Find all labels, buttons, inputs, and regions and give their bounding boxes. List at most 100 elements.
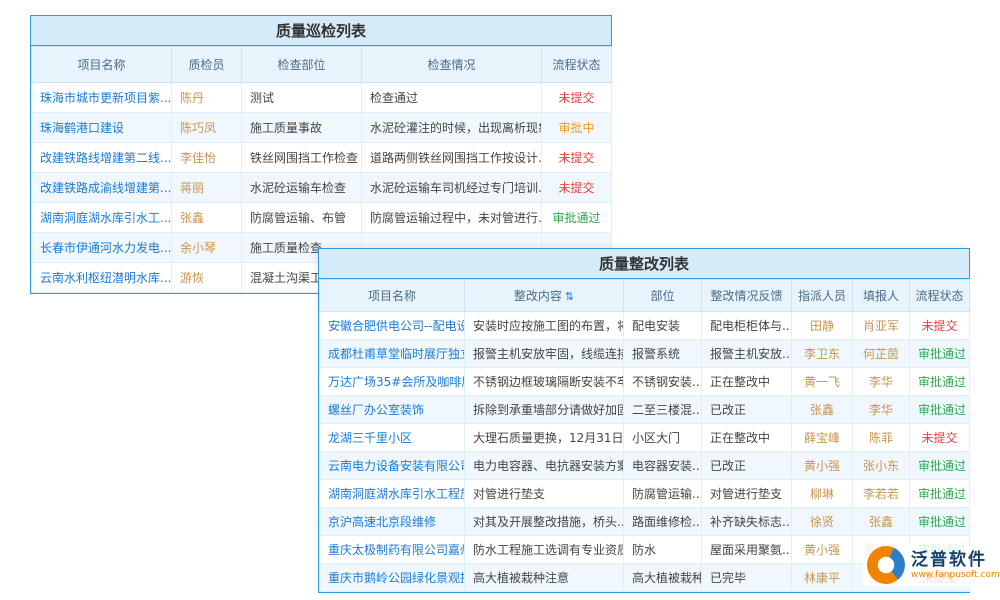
status-badge: 审批通过: [910, 452, 970, 480]
project-link[interactable]: 长春市伊通河水力发电...: [32, 233, 172, 263]
project-link[interactable]: 重庆市鹅岭公园绿化景观提升...: [320, 564, 465, 592]
table-row: 改建铁路成渝线增建第...蒋丽水泥砼运输车检查水泥砼运输车司机经过专门培训...…: [32, 173, 612, 203]
column-header-part: 部位: [624, 280, 702, 312]
cell: 测试: [242, 83, 362, 113]
person-name: 陈菲: [853, 424, 910, 452]
status-badge: 未提交: [910, 424, 970, 452]
column-header-project: 项目名称: [32, 47, 172, 83]
column-header-situation: 检查情况: [362, 47, 542, 83]
cell: 对管进行垫支: [465, 480, 624, 508]
project-link[interactable]: 重庆太极制药有限公司嘉州中...: [320, 536, 465, 564]
person-name: 黄小强: [792, 452, 853, 480]
project-link[interactable]: 云南电力设备安装有限公司20...: [320, 452, 465, 480]
person-name: 田静: [792, 312, 853, 340]
project-link[interactable]: 改建铁路线增建第二线...: [32, 143, 172, 173]
cell: 已改正: [702, 396, 792, 424]
person-name: 陈巧凤: [172, 113, 242, 143]
status-badge: 审批通过: [910, 368, 970, 396]
project-link[interactable]: 万达广场35#会所及咖啡厅空...: [320, 368, 465, 396]
column-header-status: 流程状态: [542, 47, 612, 83]
project-link[interactable]: 成都杜甫草堂临时展厅独立展...: [320, 340, 465, 368]
cell: 对管进行垫支: [702, 480, 792, 508]
project-link[interactable]: 珠海市城市更新项目紫...: [32, 83, 172, 113]
person-name: 蒋丽: [172, 173, 242, 203]
cell: 安装时应按施工图的布置，将...: [465, 312, 624, 340]
person-name: 薛宝峰: [792, 424, 853, 452]
cell: 配电柜柜体与...: [702, 312, 792, 340]
column-header-part: 检查部位: [242, 47, 362, 83]
person-name: 李卫东: [792, 340, 853, 368]
status-badge: 审批通过: [910, 508, 970, 536]
person-name: 张鑫: [792, 396, 853, 424]
person-name: 何芷茵: [853, 340, 910, 368]
cell: 路面维修检...: [624, 508, 702, 536]
table-row: 湖南洞庭湖水库引水工程施工...对管进行垫支防腐管运输...对管进行垫支柳琳李若…: [320, 480, 970, 508]
fanpu-logo-icon: [867, 546, 905, 584]
column-header-reporter: 填报人: [853, 280, 910, 312]
cell: 已改正: [702, 452, 792, 480]
column-header-inspector: 质检员: [172, 47, 242, 83]
table-row: 珠海市城市更新项目紫...陈丹测试检查通过未提交: [32, 83, 612, 113]
person-name: 李华: [853, 396, 910, 424]
person-name: 张鑫: [853, 508, 910, 536]
cell: 正在整改中: [702, 368, 792, 396]
table-row: 安徽合肥供电公司--配电设备...安装时应按施工图的布置，将...配电安装配电柜…: [320, 312, 970, 340]
status-badge: 未提交: [542, 83, 612, 113]
project-link[interactable]: 改建铁路成渝线增建第...: [32, 173, 172, 203]
cell: 补齐缺失标志...: [702, 508, 792, 536]
project-link[interactable]: 京沪高速北京段维修: [320, 508, 465, 536]
table-row: 成都杜甫草堂临时展厅独立展...报警主机安放牢固，线缆连接...报警系统报警主机…: [320, 340, 970, 368]
table-row: 龙湖三千里小区大理石质量更换，12月31日之...小区大门正在整改中薛宝峰陈菲未…: [320, 424, 970, 452]
cell: 报警主机安放...: [702, 340, 792, 368]
project-link[interactable]: 湖南洞庭湖水库引水工...: [32, 203, 172, 233]
cell: 道路两侧铁丝网围挡工作按设计...: [362, 143, 542, 173]
fanpu-logo-text: 泛普软件 www.fanpusoft.com: [911, 550, 1000, 581]
person-name: 李若若: [853, 480, 910, 508]
cell: 防腐管运输过程中，未对管进行...: [362, 203, 542, 233]
cell: 二至三楼混...: [624, 396, 702, 424]
cell: 报警系统: [624, 340, 702, 368]
cell: 防水工程施工选调有专业资质...: [465, 536, 624, 564]
cell: 高大植被栽种: [624, 564, 702, 592]
cell: 小区大门: [624, 424, 702, 452]
cell: 屋面采用聚氨...: [702, 536, 792, 564]
project-link[interactable]: 湖南洞庭湖水库引水工程施工...: [320, 480, 465, 508]
cell: 防腐管运输、布管: [242, 203, 362, 233]
header-row: 项目名称质检员检查部位检查情况流程状态: [32, 47, 612, 83]
project-link[interactable]: 螺丝厂办公室装饰: [320, 396, 465, 424]
fanpu-logo: 泛普软件 www.fanpusoft.com: [863, 544, 1000, 586]
column-header-content[interactable]: 整改内容⇅: [465, 280, 624, 312]
person-name: 黄小强: [792, 536, 853, 564]
cell: 正在整改中: [702, 424, 792, 452]
cell: 检查通过: [362, 83, 542, 113]
person-name: 张鑫: [172, 203, 242, 233]
project-link[interactable]: 珠海鹤港口建设: [32, 113, 172, 143]
cell: 对其及开展整改措施，桥头...: [465, 508, 624, 536]
column-header-project: 项目名称: [320, 280, 465, 312]
person-name: 林康平: [792, 564, 853, 592]
status-badge: 未提交: [910, 312, 970, 340]
table-row: 珠海鹤港口建设陈巧凤施工质量事故水泥砼灌注的时候，出现离析现象审批中: [32, 113, 612, 143]
status-badge: 审批通过: [910, 480, 970, 508]
sort-icon[interactable]: ⇅: [565, 290, 574, 303]
cell: 不锈钢边框玻璃隔断安装不牢...: [465, 368, 624, 396]
status-badge: 未提交: [542, 143, 612, 173]
project-link[interactable]: 龙湖三千里小区: [320, 424, 465, 452]
cell: 施工质量事故: [242, 113, 362, 143]
person-name: 徐贤: [792, 508, 853, 536]
cell: 不锈钢安装...: [624, 368, 702, 396]
cell: 防腐管运输...: [624, 480, 702, 508]
project-link[interactable]: 安徽合肥供电公司--配电设备...: [320, 312, 465, 340]
cell: 大理石质量更换，12月31日之...: [465, 424, 624, 452]
logo-url-link[interactable]: www.fanpusoft.com: [911, 570, 1000, 581]
cell: 水泥砼灌注的时候，出现离析现象: [362, 113, 542, 143]
project-link[interactable]: 云南水利枢纽潜明水库...: [32, 263, 172, 293]
cell: 拆除到承重墙部分请做好加固...: [465, 396, 624, 424]
cell: 电容器安装...: [624, 452, 702, 480]
cell: 已完毕: [702, 564, 792, 592]
cell: 电力电容器、电抗器安装方案,...: [465, 452, 624, 480]
column-header-status: 流程状态: [910, 280, 970, 312]
logo-name: 泛普软件: [911, 550, 1000, 570]
header-row: 项目名称整改内容⇅部位整改情况反馈指派人员填报人流程状态: [320, 280, 970, 312]
table-row: 改建铁路线增建第二线...李佳怡铁丝网围挡工作检查道路两侧铁丝网围挡工作按设计.…: [32, 143, 612, 173]
